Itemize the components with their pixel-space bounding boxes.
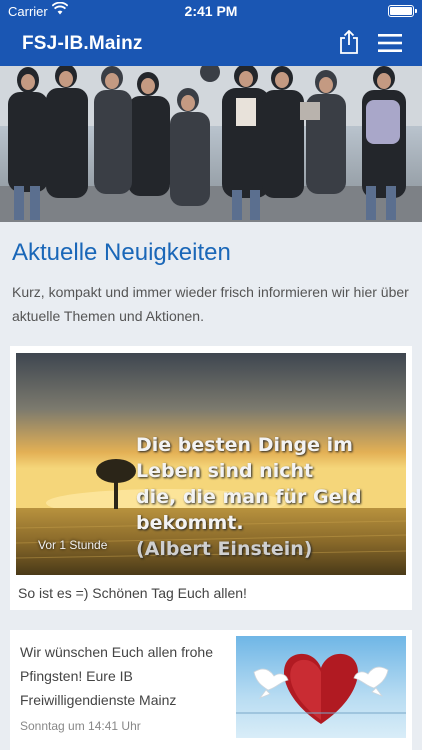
share-icon [340,29,358,54]
post-caption: So ist es =) Schönen Tag Euch allen! [18,585,247,601]
top-bar: Carrier 2:41 PM FSJ-IB.Mainz [0,0,422,66]
post-thumbnail [236,636,406,738]
quote-line: die, die man für Geld [136,486,362,508]
hero-group-photo [0,66,422,222]
news-post-card[interactable]: Die besten Dinge im Leben sind nicht die… [10,346,412,610]
quote-line: bekommt. [136,512,244,534]
heart-doves-icon [236,653,406,724]
post-image-quote: Die besten Dinge im Leben sind nicht die… [136,432,398,562]
news-post-card[interactable]: Wir wünschen Euch allen frohe Pfingsten!… [10,630,412,750]
post-text: Wir wünschen Euch allen frohe Pfingsten!… [20,644,213,708]
section-intro: Kurz, kompakt und immer wieder frisch in… [12,284,409,324]
battery-icon [388,5,417,17]
hamburger-menu-icon [378,34,402,52]
quote-line: Leben sind nicht [136,460,314,482]
quote-author: (Albert Einstein) [136,538,313,560]
app-title: FSJ-IB.Mainz [22,33,143,54]
post-timestamp: Vor 1 Stunde [38,538,108,552]
status-time: 2:41 PM [184,3,238,19]
status-bar: Carrier 2:41 PM [0,0,422,22]
post-timestamp: Sonntag um 14:41 Uhr [20,719,141,733]
quote-line: Die besten Dinge im [136,434,353,456]
section-title: Aktuelle Neuigkeiten [12,239,231,266]
menu-button[interactable] [378,34,402,52]
share-button[interactable] [338,29,360,54]
